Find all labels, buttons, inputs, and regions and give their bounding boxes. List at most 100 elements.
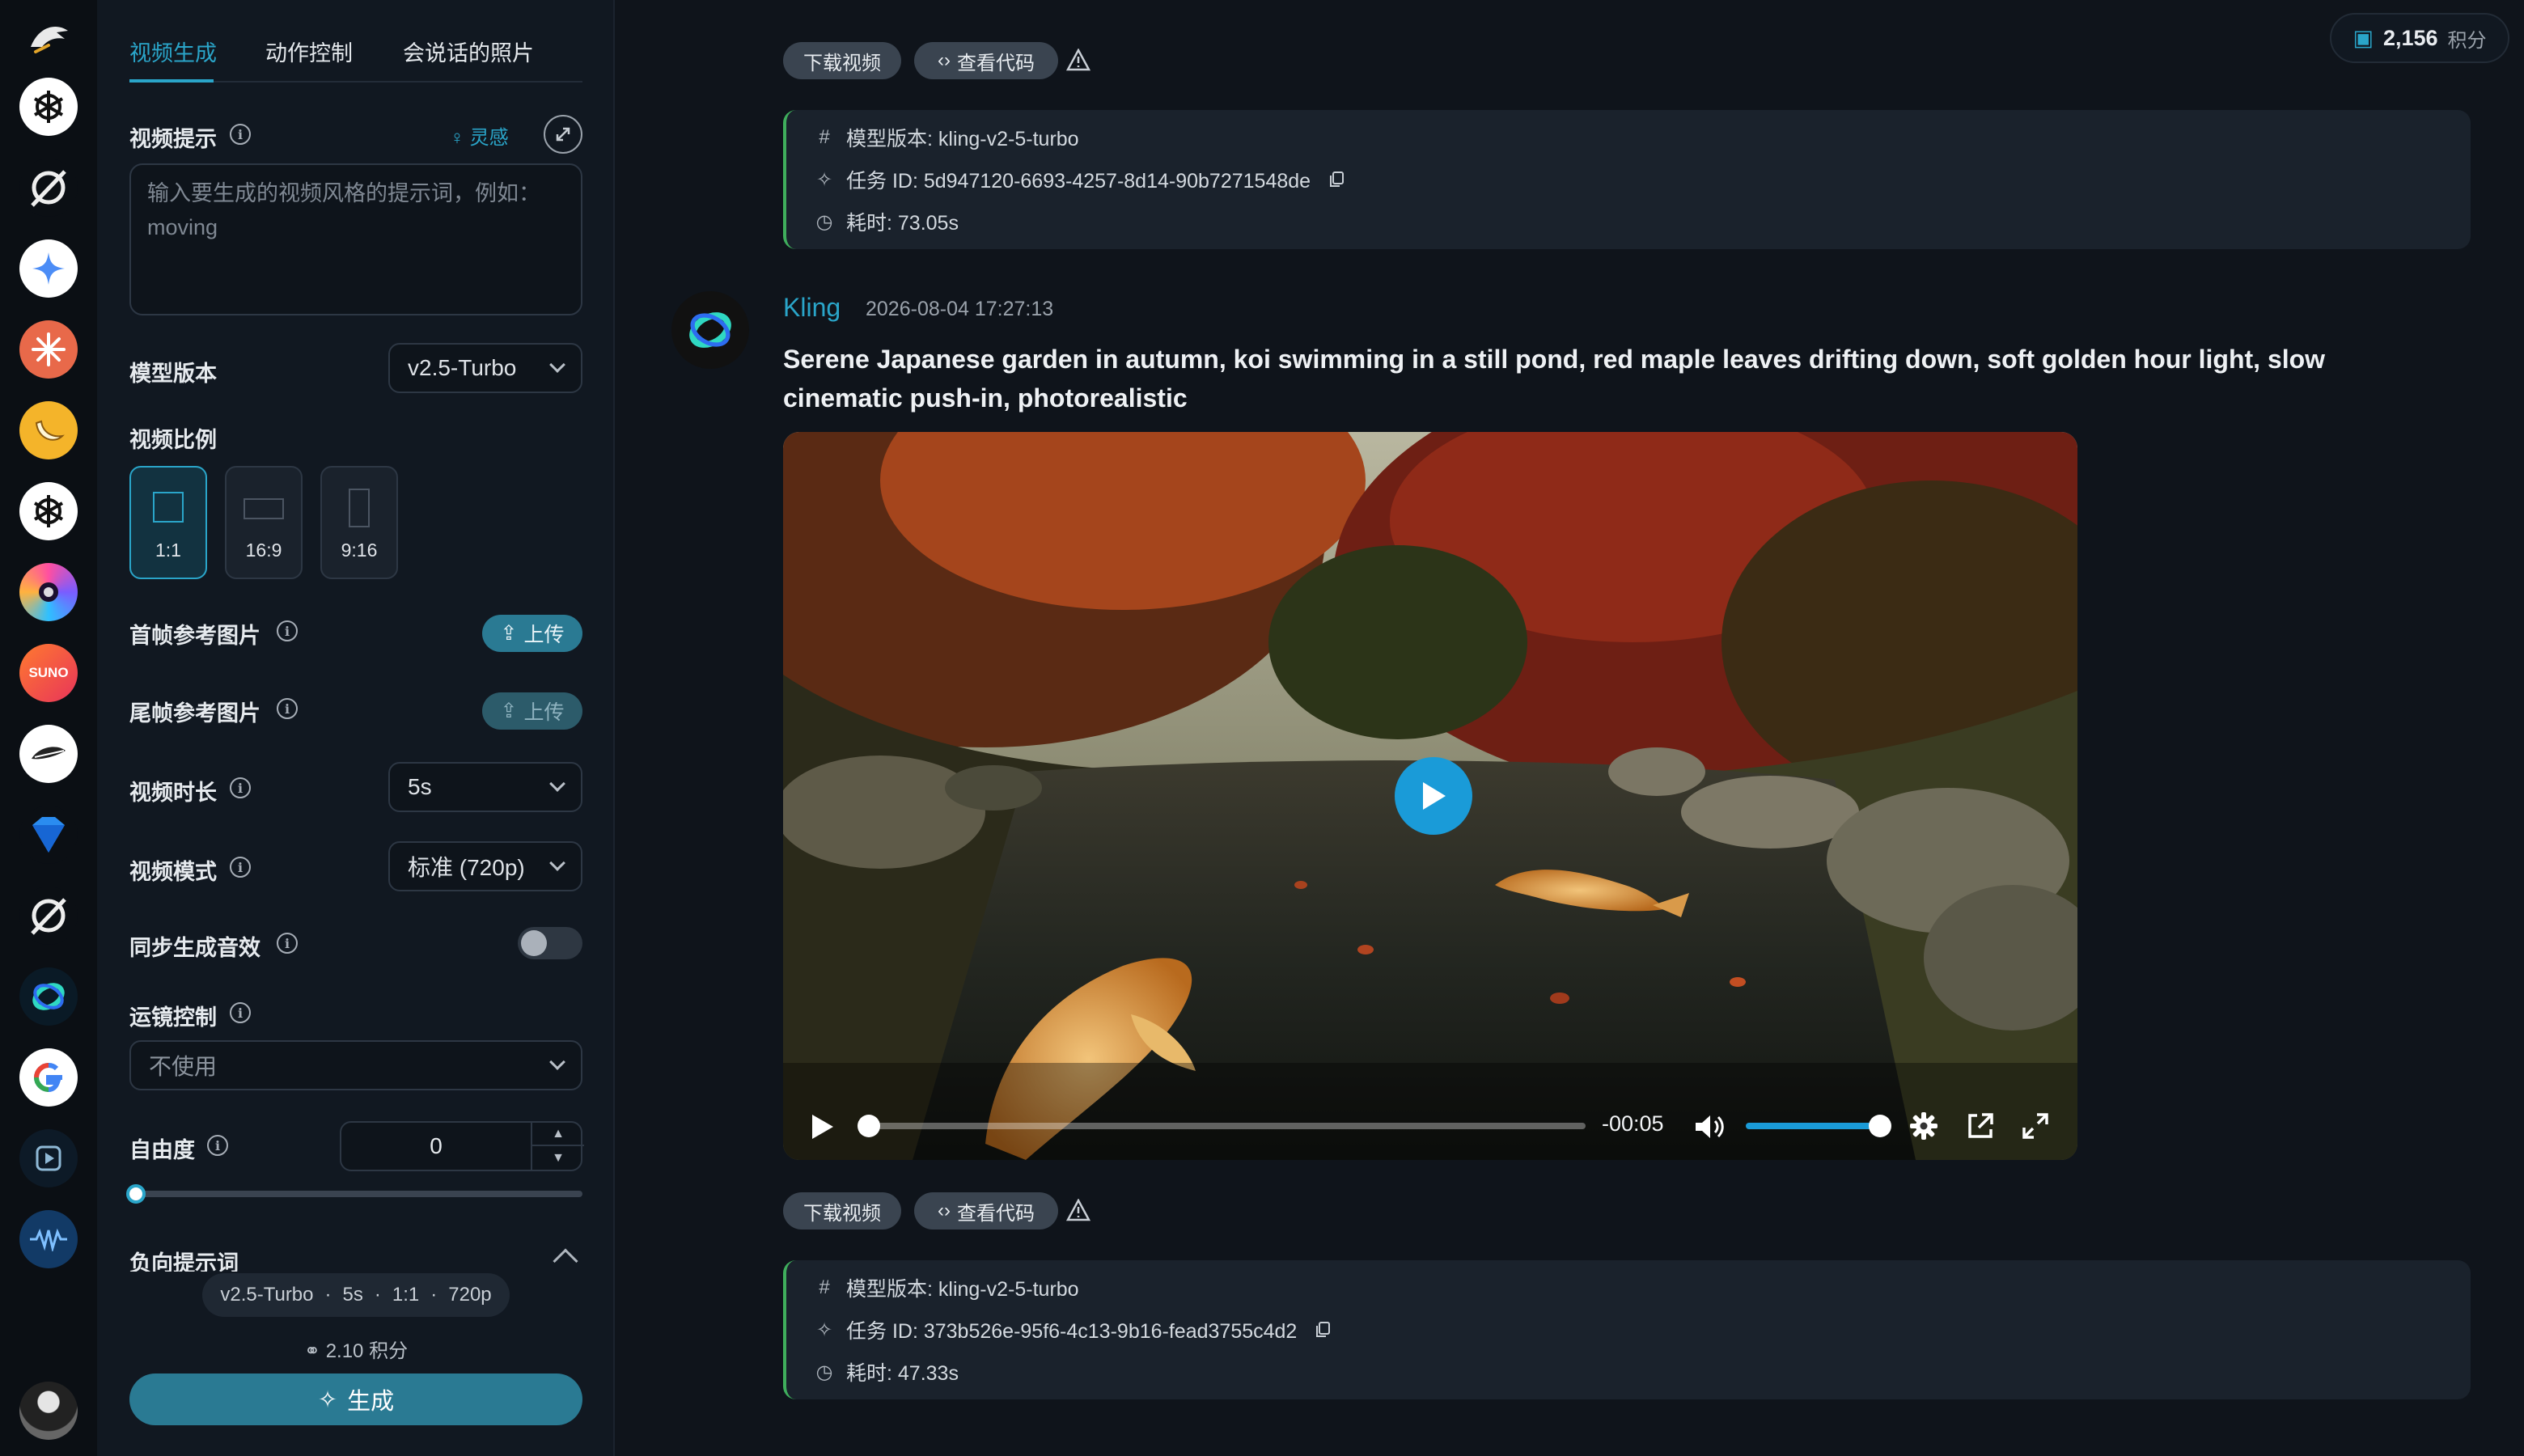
mode-tabs: 视频生成 动作控制 会说话的照片 <box>129 29 582 83</box>
upload-label: 上传 <box>523 624 565 646</box>
kling-icon <box>689 312 731 348</box>
info-icon[interactable]: i <box>230 857 251 878</box>
play-icon[interactable] <box>811 1113 835 1141</box>
inspire-button[interactable]: ♀ 灵感 <box>450 121 509 150</box>
chevron-up-icon[interactable]: ▲ <box>532 1123 584 1146</box>
summary-sep: · <box>324 1284 332 1306</box>
first-frame-upload-button[interactable]: ⇪ 上传 <box>482 615 582 652</box>
freedom-label: 自由度 <box>129 1138 195 1162</box>
generation-meta-card: # 模型版本: kling-v2-5-turbo ✧ 任务 ID: 373b52… <box>783 1260 2471 1399</box>
view-code-button[interactable]: ‹› 查看代码 <box>914 1192 1058 1230</box>
chevron-up-icon[interactable] <box>553 1248 578 1274</box>
copy-icon[interactable] <box>1328 171 1345 188</box>
model-value: v2.5-Turbo <box>408 355 517 380</box>
prompt-input[interactable]: 输入要生成的视频风格的提示词，例如：moving <box>129 163 582 315</box>
openai-icon[interactable] <box>19 482 78 540</box>
ratio-option-1-1[interactable]: 1:1 <box>129 466 207 579</box>
logo-icon[interactable] <box>24 15 73 63</box>
tab-talking-photo[interactable]: 会说话的照片 <box>403 36 534 67</box>
user-avatar[interactable] <box>19 1382 78 1440</box>
mode-select[interactable]: 标准 (720p) <box>388 841 582 891</box>
play-button[interactable] <box>1395 757 1472 835</box>
external-link-icon[interactable] <box>1966 1111 1995 1141</box>
main-content: ▣ 2,156 积分 下载视频 ‹› 查看代码 # 模型版本: kling-v2… <box>616 0 2524 1456</box>
tab-video-generation[interactable]: 视频生成 <box>129 36 217 67</box>
view-code-button[interactable]: ‹› 查看代码 <box>914 42 1058 79</box>
info-icon[interactable]: i <box>230 124 251 145</box>
model-select[interactable]: v2.5-Turbo <box>388 343 582 393</box>
download-video-button[interactable]: 下载视频 <box>783 1192 901 1230</box>
tab-motion-control[interactable]: 动作控制 <box>265 36 353 67</box>
banana-icon[interactable] <box>19 401 78 459</box>
magic-wand-icon: ✧ <box>317 1386 338 1413</box>
feather-icon[interactable] <box>19 725 78 783</box>
ratio-option-9-16[interactable]: 9:16 <box>320 466 398 579</box>
credits-value: 2,156 <box>2382 25 2438 50</box>
model-label: 模型版本 <box>129 362 217 386</box>
ratio-option-label: 9:16 <box>341 540 378 561</box>
suno-icon[interactable]: SUNO <box>19 644 78 702</box>
openai-icon[interactable] <box>19 78 78 136</box>
download-video-button[interactable]: 下载视频 <box>783 42 901 79</box>
generation-summary: v2.5-Turbo · 5s · 1:1 · 720p <box>202 1273 510 1317</box>
hash-icon: # <box>819 126 830 148</box>
info-icon[interactable]: i <box>207 1135 228 1156</box>
claude-icon[interactable] <box>19 320 78 379</box>
ratio-option-16-9[interactable]: 16:9 <box>225 466 303 579</box>
volume-slider[interactable] <box>1746 1115 1891 1137</box>
warning-icon[interactable] <box>1066 1199 1090 1221</box>
stepper-arrows: ▲ ▼ <box>531 1123 584 1170</box>
copy-icon[interactable] <box>1315 1321 1331 1339</box>
meta-time: 耗时: 73.05s <box>846 212 959 235</box>
camera-label: 运镜控制 <box>129 1005 217 1030</box>
duration-value: 5s <box>408 774 432 799</box>
freedom-stepper[interactable]: 0 ▲ ▼ <box>340 1121 584 1171</box>
message-model-name: Kling <box>783 293 841 322</box>
volume-icon[interactable] <box>1694 1113 1726 1141</box>
info-icon[interactable]: i <box>230 1002 251 1023</box>
info-icon[interactable]: i <box>277 698 298 719</box>
freedom-slider[interactable] <box>126 1184 582 1204</box>
chevron-down-icon <box>549 1054 565 1070</box>
summary-sep: · <box>430 1284 438 1306</box>
generate-button[interactable]: ✧ 生成 <box>129 1373 582 1425</box>
last-frame-upload-button[interactable]: ⇪ 上传 <box>482 692 582 730</box>
cost-value: 2.10 积分 <box>325 1340 409 1362</box>
ratio-option-label: 16:9 <box>245 540 282 561</box>
volume-thumb[interactable] <box>1869 1115 1891 1137</box>
siri-icon[interactable] <box>19 563 78 621</box>
meta-time-row: ◷ 耗时: 73.05s <box>814 207 959 236</box>
kling-icon[interactable] <box>19 967 78 1026</box>
grok-icon[interactable] <box>19 887 78 945</box>
fullscreen-icon[interactable] <box>2021 1111 2050 1141</box>
chevron-down-icon[interactable]: ▼ <box>532 1146 584 1170</box>
gear-icon[interactable] <box>1909 1111 1938 1141</box>
meta-task-row: ✧ 任务 ID: 373b526e-95f6-4c13-9b16-fead375… <box>814 1315 1331 1344</box>
mode-value: 标准 (720p) <box>408 855 525 880</box>
gem-icon[interactable] <box>19 806 78 864</box>
upload-label: 上传 <box>523 701 565 724</box>
info-icon[interactable]: i <box>230 777 251 798</box>
video-icon[interactable] <box>19 1129 78 1187</box>
square-icon <box>153 492 184 523</box>
camera-select[interactable]: 不使用 <box>129 1040 582 1090</box>
credits-badge[interactable]: ▣ 2,156 积分 <box>2330 13 2509 63</box>
warning-icon[interactable] <box>1066 49 1090 71</box>
slider-thumb[interactable] <box>126 1184 146 1204</box>
google-icon[interactable] <box>19 1048 78 1107</box>
video-player[interactable]: -00:05 <box>783 432 2077 1160</box>
info-icon[interactable]: i <box>277 933 298 954</box>
sound-toggle[interactable] <box>518 927 582 959</box>
mode-label: 视频模式 <box>129 860 217 884</box>
sound-label: 同步生成音效 <box>129 936 260 960</box>
wave-icon[interactable] <box>19 1210 78 1268</box>
gemini-icon[interactable] <box>19 239 78 298</box>
video-controls: -00:05 <box>783 1095 2077 1160</box>
duration-select[interactable]: 5s <box>388 762 582 812</box>
expand-icon[interactable] <box>544 115 582 154</box>
info-icon[interactable]: i <box>277 620 298 641</box>
video-progress-bar[interactable] <box>858 1115 1586 1137</box>
meta-task-row: ✧ 任务 ID: 5d947120-6693-4257-8d14-90b7271… <box>814 165 1345 194</box>
progress-thumb[interactable] <box>858 1115 880 1137</box>
grok-icon[interactable] <box>19 159 78 217</box>
